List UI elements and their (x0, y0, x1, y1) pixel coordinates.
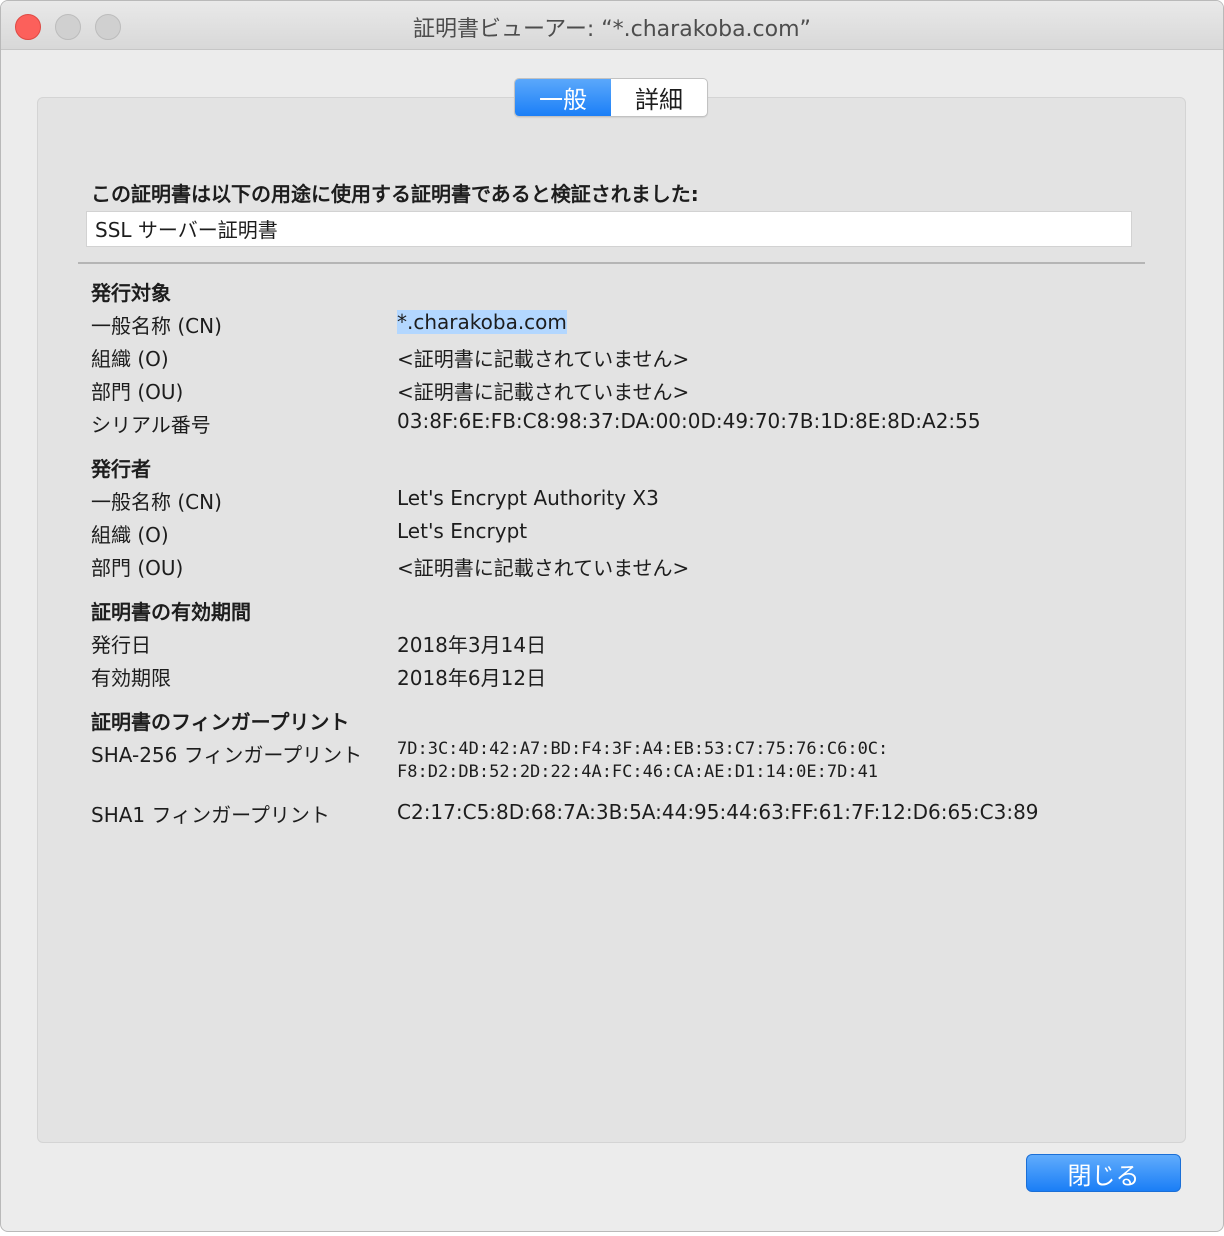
verified-usage-label: この証明書は以下の用途に使用する証明書であると検証されました: (91, 182, 699, 206)
expiry-date-value: 2018年6月12日 (397, 666, 547, 690)
close-button[interactable]: 閉じる (1026, 1154, 1181, 1192)
tab-details[interactable]: 詳細 (611, 79, 707, 116)
sha256-label: SHA-256 フィンガープリント (91, 743, 363, 767)
subject-o-value: <証明書に記載されていません> (397, 347, 690, 371)
issuer-o-label: 組織 (O) (91, 523, 169, 547)
sha256-value-line2: F8:D2:DB:52:2D:22:4A:FC:46:CA:AE:D1:14:0… (397, 762, 879, 782)
issuer-cn-label: 一般名称 (CN) (91, 490, 222, 514)
sha1-label: SHA1 フィンガープリント (91, 803, 330, 827)
divider (78, 262, 1145, 264)
issuer-ou-label: 部門 (OU) (91, 556, 184, 580)
subject-ou-value: <証明書に記載されていません> (397, 380, 690, 404)
subject-cn-value[interactable]: *.charakoba.com (397, 310, 567, 334)
fingerprint-section-title: 証明書のフィンガープリント (91, 710, 350, 734)
sha1-value: C2:17:C5:8D:68:7A:3B:5A:44:95:44:63:FF:6… (397, 800, 1039, 824)
tab-general[interactable]: 一般 (515, 79, 611, 116)
issue-date-value: 2018年3月14日 (397, 633, 547, 657)
issuer-section-title: 発行者 (91, 457, 151, 481)
usage-field: SSL サーバー証明書 (86, 211, 1132, 247)
issuer-ou-value: <証明書に記載されていません> (397, 556, 690, 580)
tab-control: 一般 詳細 (514, 78, 708, 117)
subject-cn-selection[interactable]: *.charakoba.com (397, 310, 567, 334)
serial-number-label: シリアル番号 (91, 413, 211, 437)
validity-section-title: 証明書の有効期間 (91, 600, 251, 624)
issuer-cn-value: Let's Encrypt Authority X3 (397, 486, 659, 510)
serial-number-value: 03:8F:6E:FB:C8:98:37:DA:00:0D:49:70:7B:1… (397, 409, 981, 433)
expiry-date-label: 有効期限 (91, 666, 171, 690)
sha256-value-line1: 7D:3C:4D:42:A7:BD:F4:3F:A4:EB:53:C7:75:7… (397, 739, 889, 759)
general-panel: この証明書は以下の用途に使用する証明書であると検証されました: SSL サーバー… (37, 97, 1186, 1143)
subject-cn-label: 一般名称 (CN) (91, 314, 222, 338)
certificate-viewer-window: 証明書ビューアー: “*.charakoba.com” 一般 詳細 この証明書は… (0, 0, 1224, 1232)
issuer-o-value: Let's Encrypt (397, 519, 528, 543)
window-title: 証明書ビューアー: “*.charakoba.com” (413, 17, 811, 42)
subject-o-label: 組織 (O) (91, 347, 169, 371)
subject-section-title: 発行対象 (91, 281, 171, 305)
issue-date-label: 発行日 (91, 633, 151, 657)
title-bar: 証明書ビューアー: “*.charakoba.com” (1, 1, 1223, 50)
subject-ou-label: 部門 (OU) (91, 380, 184, 404)
